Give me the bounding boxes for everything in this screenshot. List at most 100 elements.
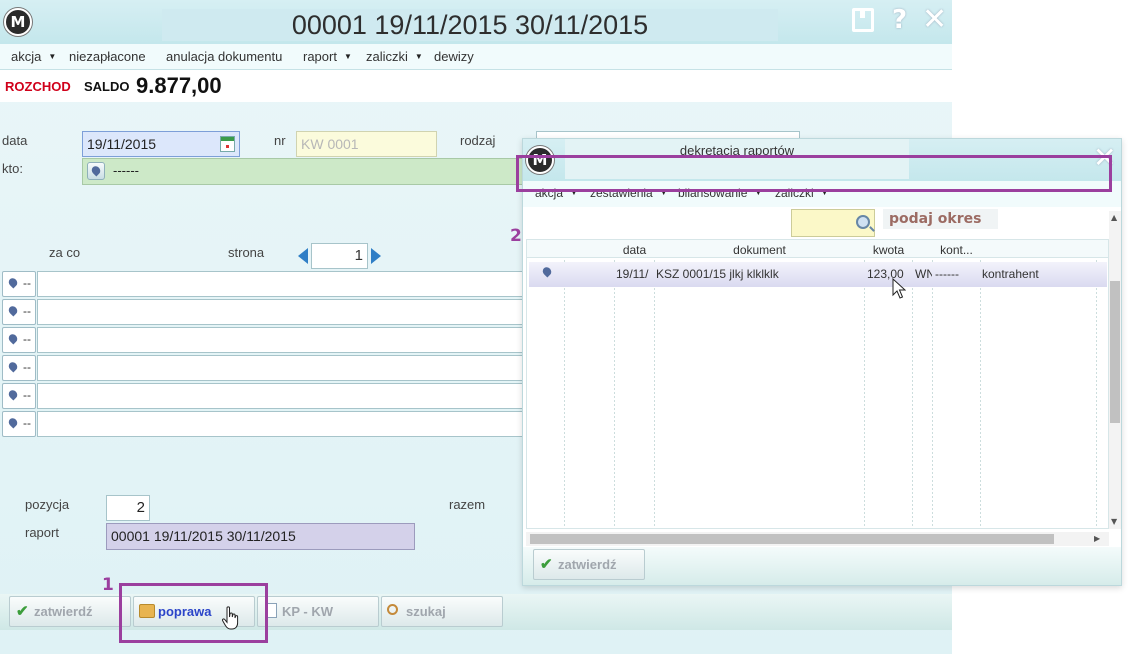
menu-label: zaliczki: [366, 49, 408, 64]
scrollbar-thumb[interactable]: [530, 534, 1054, 544]
table-header: data dokument kwota kont...: [527, 240, 1108, 258]
item-dash: --: [23, 276, 31, 290]
pick-item-button[interactable]: --: [2, 383, 36, 409]
column-header-kwota[interactable]: kwota: [865, 243, 912, 257]
table-row[interactable]: 19/11/ KSZ 0001/15 jlkj klklklk 123,00 W…: [529, 262, 1107, 287]
search-button[interactable]: szukaj: [381, 596, 503, 627]
book-icon[interactable]: [852, 8, 874, 32]
cell-kont: ------: [935, 267, 959, 281]
check-icon: ✔: [16, 603, 29, 620]
horizontal-scrollbar[interactable]: ▶: [526, 532, 1109, 546]
item-field[interactable]: [37, 327, 524, 353]
pick-item-button[interactable]: --: [2, 299, 36, 325]
kp-kw-button[interactable]: KP - KW: [257, 596, 379, 627]
dropdown-arrow-icon: ▼: [414, 52, 423, 61]
menu-dewizy[interactable]: dewizy: [434, 49, 474, 64]
main-menubar: akcja ▼ niezapłacone anulacja dokumentu r…: [0, 44, 952, 70]
podaj-okres-button[interactable]: podaj okres: [883, 209, 998, 229]
column-header-dokument[interactable]: dokument: [655, 243, 864, 257]
scroll-up-icon[interactable]: ▲: [1111, 213, 1117, 222]
cell-dokument: KSZ 0001/15 jlkj klklklk: [656, 267, 779, 281]
menu-akcja[interactable]: akcja ▼: [11, 49, 56, 64]
highlight-box-1: [119, 583, 268, 643]
page-number-field[interactable]: 1: [311, 243, 368, 269]
arrow-cursor-icon: [892, 278, 906, 299]
period-search-field[interactable]: [791, 209, 875, 237]
saldo-label: SALDO: [84, 79, 130, 94]
items-list: -- -- -- -- -- --: [2, 271, 524, 439]
pick-item-button[interactable]: --: [2, 271, 36, 297]
pick-contractor-icon[interactable]: [87, 162, 105, 180]
item-dash: --: [23, 416, 31, 430]
pick-icon: [5, 303, 19, 321]
date-field[interactable]: 19/11/2015: [82, 131, 240, 157]
annotation-number-2: 2: [510, 226, 522, 246]
list-item: --: [2, 383, 524, 411]
item-field[interactable]: [37, 299, 524, 325]
menu-label: dewizy: [434, 49, 474, 64]
raport-label: raport: [25, 525, 59, 540]
window-title: 00001 19/11/2015 30/11/2015: [162, 9, 778, 41]
pick-item-button[interactable]: --: [2, 327, 36, 353]
item-field[interactable]: [37, 271, 524, 297]
main-titlebar: M 00001 19/11/2015 30/11/2015 ? ✕: [0, 0, 952, 44]
cell-data: 19/11/: [616, 267, 649, 281]
list-item: --: [2, 327, 524, 355]
cell-wn: WN: [915, 267, 932, 281]
pick-icon: [5, 331, 19, 349]
item-field[interactable]: [37, 411, 524, 437]
check-icon: ✔: [540, 556, 553, 573]
annotation-number-1: 1: [102, 575, 114, 595]
menu-raport[interactable]: raport ▼: [303, 49, 352, 64]
item-field[interactable]: [37, 355, 524, 381]
scrollbar-thumb[interactable]: [1110, 281, 1120, 423]
list-item: --: [2, 411, 524, 439]
date-value: 19/11/2015: [87, 136, 157, 152]
pick-item-button[interactable]: --: [2, 411, 36, 437]
list-item: --: [2, 355, 524, 383]
scroll-down-icon[interactable]: ▼: [1111, 517, 1117, 526]
search-icon[interactable]: [856, 215, 870, 229]
popup-footer: ✔ zatwierdź: [523, 547, 1121, 585]
menu-zaliczki[interactable]: zaliczki ▼: [366, 49, 423, 64]
nr-field[interactable]: KW 0001: [296, 131, 437, 157]
popup-confirm-button[interactable]: ✔ zatwierdź: [533, 549, 645, 580]
close-icon[interactable]: ✕: [922, 5, 947, 35]
help-icon[interactable]: ?: [892, 6, 907, 34]
app-logo-icon: M: [4, 8, 32, 36]
raport-field: 00001 19/11/2015 30/11/2015: [106, 523, 415, 550]
pick-icon: [5, 275, 19, 293]
rodzaj-label: rodzaj: [460, 133, 496, 148]
kto-field[interactable]: ------: [82, 158, 532, 185]
hand-cursor-icon: [221, 606, 239, 630]
document-type-label: ROZCHOD: [5, 79, 71, 94]
nr-label: nr: [274, 133, 286, 148]
list-item: --: [2, 271, 524, 299]
menu-label: anulacja dokumentu: [166, 49, 283, 64]
calendar-icon[interactable]: [220, 136, 235, 152]
vertical-scrollbar[interactable]: ▲ ▼: [1109, 211, 1121, 529]
menu-niezaplacone[interactable]: niezapłacone: [69, 49, 146, 64]
data-label: data: [2, 133, 28, 148]
dropdown-arrow-icon: ▼: [343, 52, 352, 61]
menu-label: raport: [303, 49, 337, 64]
pozycja-field[interactable]: 2: [106, 495, 150, 521]
pick-item-button[interactable]: --: [2, 355, 36, 381]
menu-anulacja-dokumentu[interactable]: anulacja dokumentu: [166, 49, 282, 64]
next-page-icon[interactable]: [371, 248, 381, 264]
scroll-right-icon[interactable]: ▶: [1094, 534, 1100, 543]
column-header-kont[interactable]: kont...: [933, 243, 980, 257]
dekretacja-dialog: M dekretacja raportów ✕ akcja ▼ zestawien…: [516, 138, 1122, 586]
saldo-value: 9.877,00: [136, 73, 222, 98]
item-field[interactable]: [37, 383, 524, 409]
cell-kontrahent: kontrahent: [982, 267, 1039, 281]
reports-table: data dokument kwota kont... 19/11/ KSZ 0…: [526, 239, 1109, 529]
highlight-box-2: [516, 155, 1112, 192]
menu-label: akcja: [11, 49, 42, 64]
confirm-button[interactable]: ✔ zatwierdź: [9, 596, 131, 627]
column-header-data[interactable]: data: [615, 243, 654, 257]
popup-confirm-label: zatwierdź: [558, 557, 617, 572]
row-select-icon[interactable]: [541, 266, 555, 280]
pozycja-label: pozycja: [25, 497, 70, 512]
prev-page-icon[interactable]: [298, 248, 308, 264]
